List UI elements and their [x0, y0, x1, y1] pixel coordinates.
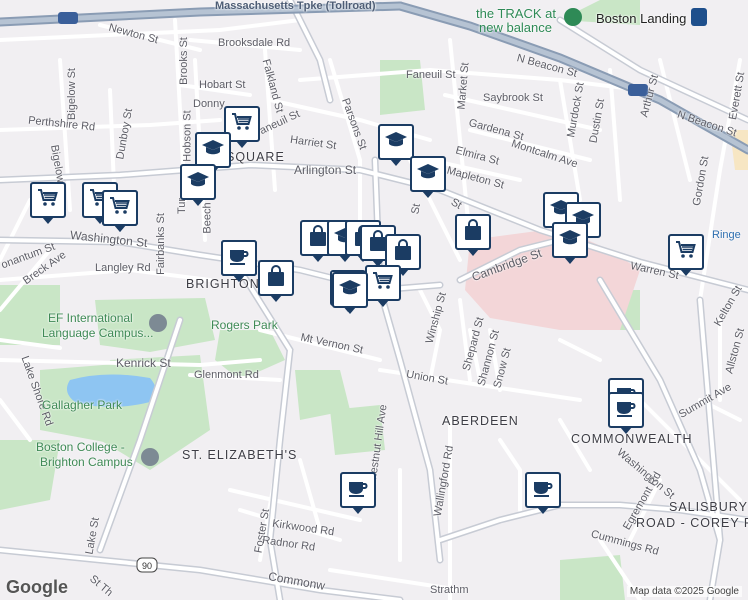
shopping-cart-icon — [674, 238, 698, 267]
map-pin-shopping-bag[interactable] — [455, 214, 491, 256]
map-pin-graduation-cap[interactable] — [195, 132, 231, 174]
map-canvas[interactable]: 90 Massachusetts Tpke (Tollroad) the TRA… — [0, 0, 748, 600]
map-pin-coffee[interactable] — [608, 392, 644, 434]
map-pin-graduation-cap[interactable] — [378, 124, 414, 166]
street-strathmore: Strathm — [430, 584, 469, 596]
poi-the-track-line1: the TRACK at — [476, 6, 556, 21]
map-pin-coffee[interactable] — [221, 240, 257, 282]
map-pin-graduation-cap[interactable] — [410, 156, 446, 198]
area-brighton: BRIGHTON — [186, 277, 260, 291]
graduation-cap-icon — [384, 128, 408, 157]
map-pin-shopping-cart[interactable] — [668, 234, 704, 276]
area-aberdeen: ABERDEEN — [442, 414, 519, 428]
map-pin-coffee[interactable] — [340, 472, 376, 514]
shopping-bag-icon — [391, 238, 415, 267]
coffee-icon — [346, 476, 370, 505]
street-bigelow: Bigelow St — [65, 68, 78, 120]
street-saybrook: Saybrook St — [483, 92, 543, 104]
shopping-cart-icon — [371, 269, 395, 298]
poi-boston-landing: Boston Landing — [596, 11, 687, 26]
map-pin-coffee[interactable] — [525, 472, 561, 514]
park-rogers: Rogers Park — [211, 318, 278, 332]
area-commonwealth: COMMONWEALTH — [571, 432, 693, 446]
area-salisbury-line2: ROAD - COREY FARM — [636, 516, 748, 530]
street-kenrick: Kenrick St — [116, 356, 171, 370]
map-pin-graduation-cap[interactable] — [180, 164, 216, 206]
train-station-icon — [691, 8, 707, 26]
street-ringer: Ringe — [712, 229, 741, 241]
graduation-cap-icon — [558, 226, 582, 255]
graduation-cap-icon — [186, 168, 210, 197]
street-turner: Tur — [176, 197, 189, 215]
poi-bc-campus-line1: Boston College - — [36, 440, 125, 454]
poi-ef-campus-line2: Language Campus... — [42, 326, 154, 340]
stadium-icon — [564, 8, 582, 26]
area-square: SQUARE — [226, 150, 285, 164]
shopping-cart-icon — [36, 186, 60, 215]
map-pin-graduation-cap[interactable] — [332, 272, 368, 314]
street-glenmont: Glenmont Rd — [194, 369, 259, 381]
shopping-bag-icon — [264, 264, 288, 293]
graduation-cap-icon — [338, 276, 362, 305]
map-pin-graduation-cap[interactable] — [552, 222, 588, 264]
route-30-number: 90 — [142, 561, 152, 571]
university-icon — [141, 448, 159, 466]
poi-ef-campus-line1: EF International — [48, 311, 133, 325]
graduation-cap-icon — [416, 160, 440, 189]
shopping-bag-icon — [461, 218, 485, 247]
coffee-icon — [227, 244, 251, 273]
coffee-icon — [614, 396, 638, 425]
street-beechcroft: Beech — [201, 202, 214, 234]
google-logo: Google — [6, 577, 68, 597]
street-faneuil-east: Faneuil St — [406, 69, 456, 81]
street-langley: Langley Rd — [95, 262, 151, 274]
street-st-near-chestnut: St — [409, 202, 424, 216]
street-hobson: Hobson St — [181, 110, 194, 162]
poi-the-track-line2: new balance — [479, 20, 552, 35]
street-brooksdale: Brooksdale Rd — [218, 37, 291, 49]
shopping-cart-icon — [230, 110, 254, 139]
street-donnybrook: Donny — [193, 98, 225, 110]
street-hobart: Hobart St — [199, 79, 246, 91]
park-gallagher: Gallagher Park — [42, 398, 123, 412]
street-brooks: Brooks St — [177, 37, 190, 85]
coffee-icon — [531, 476, 555, 505]
area-st-elizabeths: ST. ELIZABETH'S — [182, 448, 298, 462]
poi-bc-campus-line2: Brighton Campus — [40, 455, 133, 469]
highway-label: Massachusetts Tpke (Tollroad) — [215, 0, 376, 12]
map-attribution: Map data ©2025 Google — [626, 586, 742, 597]
map-pin-shopping-cart[interactable] — [365, 265, 401, 307]
map-pin-shopping-cart[interactable] — [30, 182, 66, 224]
area-salisbury-line1: SALISBURY — [669, 500, 748, 514]
street-fairbanks: Fairbanks St — [154, 213, 167, 275]
map-pin-shopping-cart[interactable] — [102, 190, 138, 232]
map-pin-shopping-bag[interactable] — [258, 260, 294, 302]
graduation-cap-icon — [201, 136, 225, 165]
shopping-cart-icon — [108, 194, 132, 223]
street-arlington: Arlington St — [294, 163, 357, 177]
route-90-shield-left — [58, 12, 78, 24]
